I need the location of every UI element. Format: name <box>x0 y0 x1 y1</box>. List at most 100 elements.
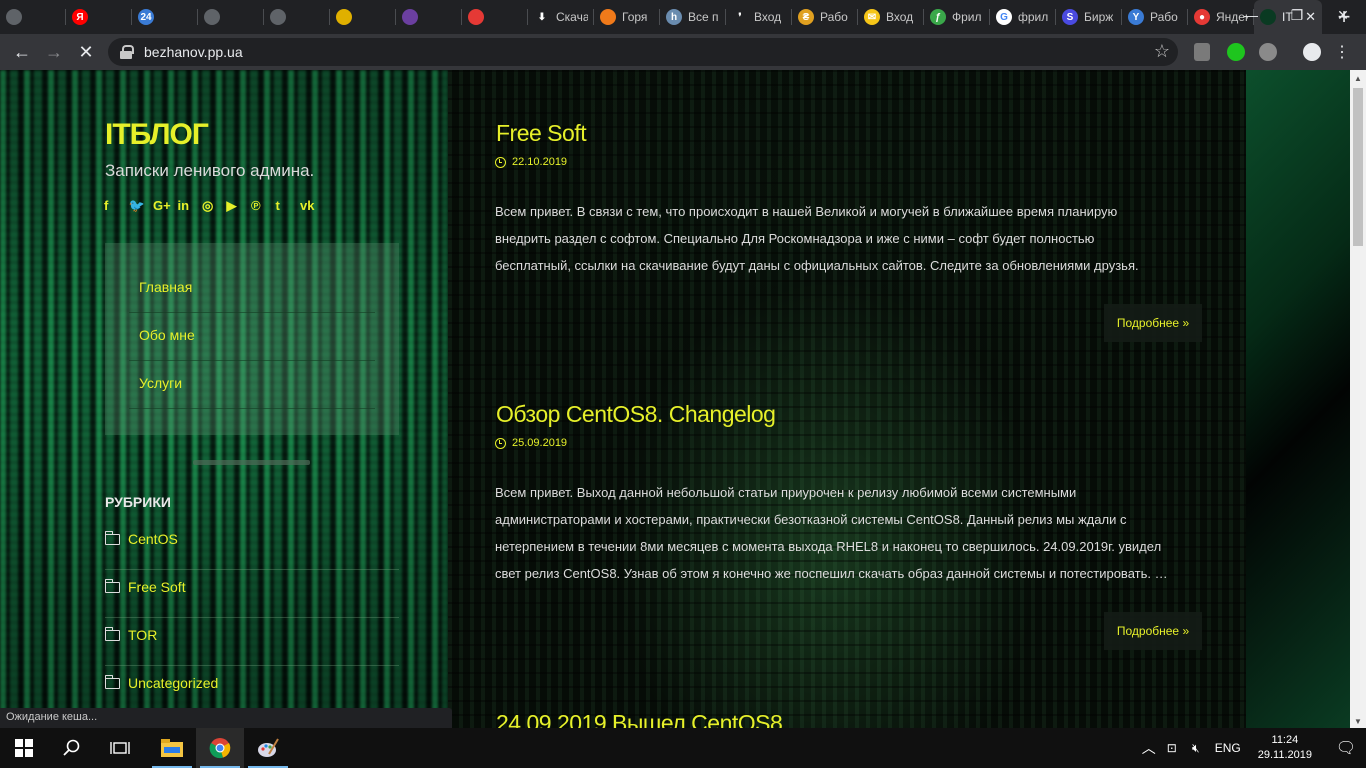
menu-item-home[interactable]: Главная <box>129 265 375 313</box>
volume-muted-icon[interactable]: 🔇︎ <box>1184 741 1208 756</box>
browser-tab[interactable]: ✉ Вход <box>858 0 924 34</box>
green-extension-icon[interactable] <box>1227 43 1245 61</box>
category-label: Uncategorized <box>128 675 219 691</box>
scrollbar-thumb[interactable] <box>1353 88 1363 246</box>
post-date-text: 25.09.2019 <box>512 437 568 449</box>
paint-app-icon[interactable] <box>244 728 292 768</box>
blank-tab-icon <box>6 9 22 25</box>
bee-icon <box>336 9 352 25</box>
tab-title: Скача <box>556 10 588 24</box>
coin-icon: ₴ <box>798 9 814 25</box>
page-viewport: ITБЛОГ Записки ленивого админа. f 🐦 G+ in ◎ ▶… <box>0 70 1350 728</box>
clock-icon <box>495 437 506 449</box>
pinterest-icon[interactable]: ℗ <box>251 198 276 214</box>
folder-icon <box>104 531 120 545</box>
browser-tab[interactable]: Gфрил <box>990 0 1056 34</box>
read-more-button[interactable]: Подробнее » <box>1104 612 1202 650</box>
vk-icon[interactable]: vk <box>300 198 325 214</box>
bookmark-star-icon[interactable]: ☆ <box>1154 41 1170 62</box>
browser-tab[interactable]: Я <box>66 0 132 34</box>
instagram-icon[interactable]: ◎ <box>202 198 227 214</box>
blank-tab-icon <box>204 9 220 25</box>
network-icon[interactable]: ⊡ <box>1160 741 1184 755</box>
twitter-icon[interactable]: 🐦 <box>129 198 154 214</box>
google-plus-icon[interactable]: G+ <box>153 198 178 214</box>
linkedin-icon[interactable]: in <box>178 198 203 214</box>
notifications-icon[interactable]: 🗨︎ <box>1326 738 1366 758</box>
folder-icon <box>104 579 120 593</box>
address-bar[interactable]: bezhanov.pp.ua ☆ <box>108 38 1178 66</box>
category-centos[interactable]: CentOS <box>104 522 399 570</box>
profile-avatar-icon[interactable] <box>1303 43 1321 61</box>
browser-tab[interactable] <box>330 0 396 34</box>
browser-tab[interactable]: ⬇ Скача <box>528 0 594 34</box>
file-explorer-icon[interactable] <box>148 728 196 768</box>
vpn-extension-icon[interactable] <box>1259 43 1277 61</box>
post-title[interactable]: Free Soft <box>496 120 587 147</box>
site-tagline: Записки ленивого админа. <box>105 161 315 180</box>
search-icon[interactable] <box>48 728 96 768</box>
close-window-icon[interactable]: ✕ <box>1320 0 1366 30</box>
category-tor[interactable]: TOR <box>104 618 399 666</box>
browser-tab[interactable]: 24 <box>132 0 198 34</box>
task-view-icon[interactable] <box>96 728 144 768</box>
excerpt-line: администраторами и хостерами, практическ… <box>495 512 1127 527</box>
browser-tab[interactable]: ƒ Фрил <box>924 0 990 34</box>
mail-icon: ✉ <box>864 9 880 25</box>
scroll-down-icon[interactable]: ▼ <box>1350 717 1366 726</box>
y-icon: Y <box>1128 9 1144 25</box>
system-clock[interactable]: 11:24 29.11.2019 <box>1258 733 1312 763</box>
browser-tab[interactable]: ₴ Рабо <box>792 0 858 34</box>
freelance-icon: ƒ <box>930 9 946 25</box>
site-title[interactable]: ITБЛОГ <box>105 118 209 152</box>
post-title[interactable]: Обзор CentOS8. Changelog <box>496 401 776 428</box>
browser-tab[interactable] <box>0 0 66 34</box>
map-pin-icon: ● <box>1194 9 1210 25</box>
post-excerpt: Всем привет. В связи с тем, что происход… <box>495 198 1200 279</box>
lock-icon[interactable] <box>120 45 134 59</box>
page-scrollbar[interactable]: ▲ ▼ <box>1350 70 1366 728</box>
menu-kebab-icon[interactable]: ⋮ <box>1334 42 1350 62</box>
facebook-icon[interactable]: f <box>104 198 129 214</box>
read-more-button[interactable]: Подробнее » <box>1104 304 1202 342</box>
excerpt-line: нетерпением в течении 8ми месяцев с моме… <box>495 539 1162 554</box>
social-links: f 🐦 G+ in ◎ ▶ ℗ t vk <box>104 198 325 214</box>
youtube-icon[interactable]: ▶ <box>227 198 252 214</box>
browser-tab[interactable] <box>462 0 528 34</box>
browser-tab[interactable]: h Все п <box>660 0 726 34</box>
minimize-icon[interactable]: — <box>1228 0 1274 30</box>
browser-tab[interactable] <box>264 0 330 34</box>
stop-loading-icon[interactable]: ✕ <box>70 42 102 63</box>
browser-tab[interactable]: Горя <box>594 0 660 34</box>
tumblr-icon[interactable]: t <box>276 198 301 214</box>
category-uncategorized[interactable]: Uncategorized <box>104 666 399 714</box>
tab-title: Рабо <box>1150 10 1178 24</box>
menu-item-about[interactable]: Обо мне <box>129 313 375 361</box>
browser-status-bar: Ожидание кеша... <box>0 708 452 728</box>
tab-title: Рабо <box>820 10 848 24</box>
windows-start-icon[interactable] <box>0 728 48 768</box>
browser-tab[interactable] <box>396 0 462 34</box>
menu-item-services[interactable]: Услуги <box>129 361 375 409</box>
browser-tab[interactable]: S Бирж <box>1056 0 1122 34</box>
feather-icon: ❜ <box>732 9 748 25</box>
post-date-text: 22.10.2019 <box>512 156 568 168</box>
maximize-icon[interactable]: ❐ <box>1274 0 1320 30</box>
browser-tab[interactable] <box>198 0 264 34</box>
clock-date: 29.11.2019 <box>1257 749 1312 761</box>
excerpt-line: Всем привет. В связи с тем, что происход… <box>495 204 1118 219</box>
forward-arrow-icon[interactable]: → <box>38 42 70 63</box>
scroll-up-icon[interactable]: ▲ <box>1350 74 1366 83</box>
download-icon: ⬇ <box>534 9 550 25</box>
browser-tab[interactable]: ❜ Вход <box>726 0 792 34</box>
birzha-icon: S <box>1062 9 1078 25</box>
ublock-extension-icon[interactable] <box>1194 43 1210 61</box>
post-title[interactable]: 24.09.2019 Вышел CentOS8 <box>496 710 783 728</box>
chrome-icon[interactable] <box>196 728 244 768</box>
chevron-up-icon[interactable]: ︿ <box>1138 738 1160 758</box>
language-indicator[interactable]: ENG <box>1208 741 1248 755</box>
browser-tab[interactable]: Y Рабо <box>1122 0 1188 34</box>
category-free-soft[interactable]: Free Soft <box>104 570 399 618</box>
tab-title: Бирж <box>1084 10 1114 24</box>
back-arrow-icon[interactable]: ← <box>6 42 38 63</box>
